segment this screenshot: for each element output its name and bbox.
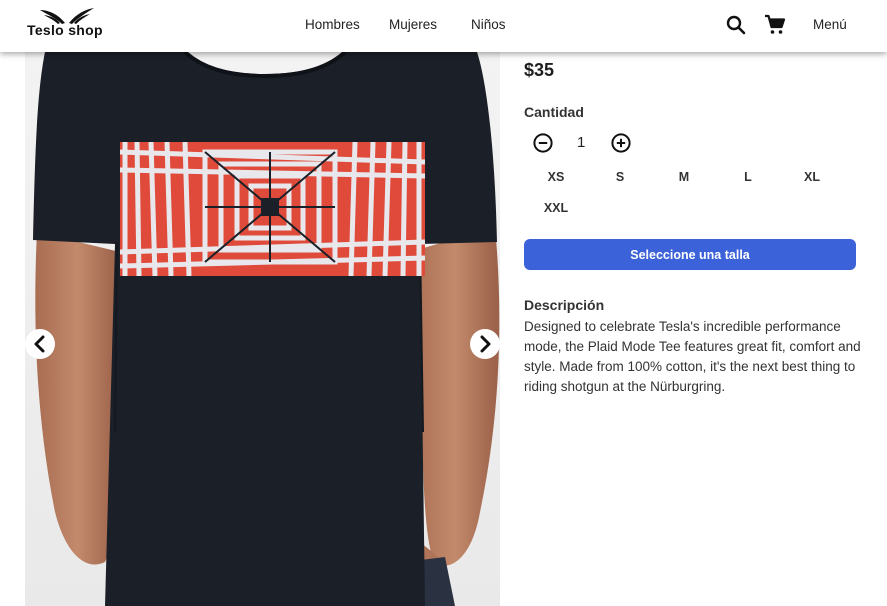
menu-button[interactable]: Menú <box>813 17 847 32</box>
description-title: Descripción <box>524 297 605 313</box>
product-description: Designed to celebrate Tesla's incredible… <box>524 319 861 394</box>
product-photo <box>25 52 500 606</box>
size-option-m[interactable]: M <box>664 170 704 184</box>
chevron-left-icon <box>34 335 45 353</box>
cart-icon[interactable] <box>763 13 787 37</box>
logo[interactable]: Teslo shop <box>26 6 108 40</box>
increase-quantity-button[interactable] <box>610 132 632 154</box>
product-price: $35 <box>524 60 555 80</box>
logo-text: Teslo shop <box>27 22 103 38</box>
search-icon[interactable] <box>724 13 748 37</box>
quantity-value: 1 <box>577 134 586 151</box>
size-option-l[interactable]: L <box>728 170 768 184</box>
size-option-s[interactable]: S <box>600 170 640 184</box>
top-navbar: Teslo shop Hombres Mujeres Niños Menú <box>0 0 887 52</box>
plus-circle-icon <box>611 133 631 153</box>
size-option-xl[interactable]: XL <box>792 170 832 184</box>
minus-circle-icon <box>533 133 553 153</box>
size-option-xxl[interactable]: XXL <box>536 201 576 215</box>
nav-link-hombres[interactable]: Hombres <box>305 17 360 32</box>
product-image-slider[interactable] <box>25 52 500 606</box>
next-slide-button[interactable] <box>470 329 500 359</box>
size-option-xs[interactable]: XS <box>536 170 576 184</box>
decrease-quantity-button[interactable] <box>532 132 554 154</box>
previous-slide-button[interactable] <box>25 329 55 359</box>
chevron-right-icon <box>480 335 491 353</box>
select-size-button[interactable]: Seleccione una talla <box>524 239 856 270</box>
quantity-label: Cantidad <box>524 104 584 120</box>
nav-link-mujeres[interactable]: Mujeres <box>389 17 437 32</box>
nav-link-ninos[interactable]: Niños <box>471 17 506 32</box>
